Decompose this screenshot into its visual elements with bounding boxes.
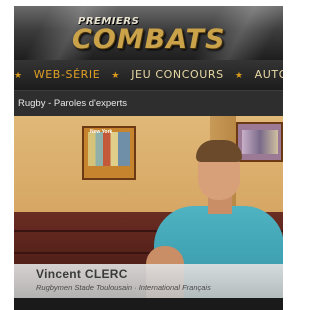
poster-title: New York	[90, 129, 113, 135]
nav-item-auto-test[interactable]: AUTO-TEST	[255, 60, 283, 90]
name-lower-third: Vincent CLERC Rugbymen Stade Toulousain …	[14, 264, 283, 298]
page-title: Rugby - Paroles d'experts	[18, 98, 128, 109]
nav-item-jeu-concours[interactable]: JEU CONCOURS	[131, 60, 224, 90]
nav-item-web-serie[interactable]: WEB-SÉRIE	[34, 60, 101, 90]
video-controls-bar[interactable]	[14, 298, 283, 310]
site-header: PREMIERS COMBATS	[14, 6, 283, 60]
poster-image	[88, 132, 130, 166]
breadcrumb: Rugby - Paroles d'experts	[14, 90, 283, 117]
nav-separator-icon: ★	[14, 71, 23, 81]
speaker-role: Rugbymen Stade Toulousain · Internationa…	[36, 283, 211, 292]
speaker-hair	[196, 140, 242, 162]
video-player[interactable]: New York Vincent CLERC Rugbymen Stade To…	[14, 116, 283, 310]
site-logo[interactable]: COMBATS	[72, 24, 225, 55]
nav-separator-icon: ★	[111, 71, 121, 81]
site-frame: PREMIERS COMBATS ★ WEB-SÉRIE ★ JEU CONCO…	[14, 6, 283, 310]
main-nav: ★ WEB-SÉRIE ★ JEU CONCOURS ★ AUTO-TEST ★…	[14, 60, 283, 90]
nav-separator-icon: ★	[234, 71, 244, 81]
speaker-name: Vincent CLERC	[36, 267, 128, 281]
